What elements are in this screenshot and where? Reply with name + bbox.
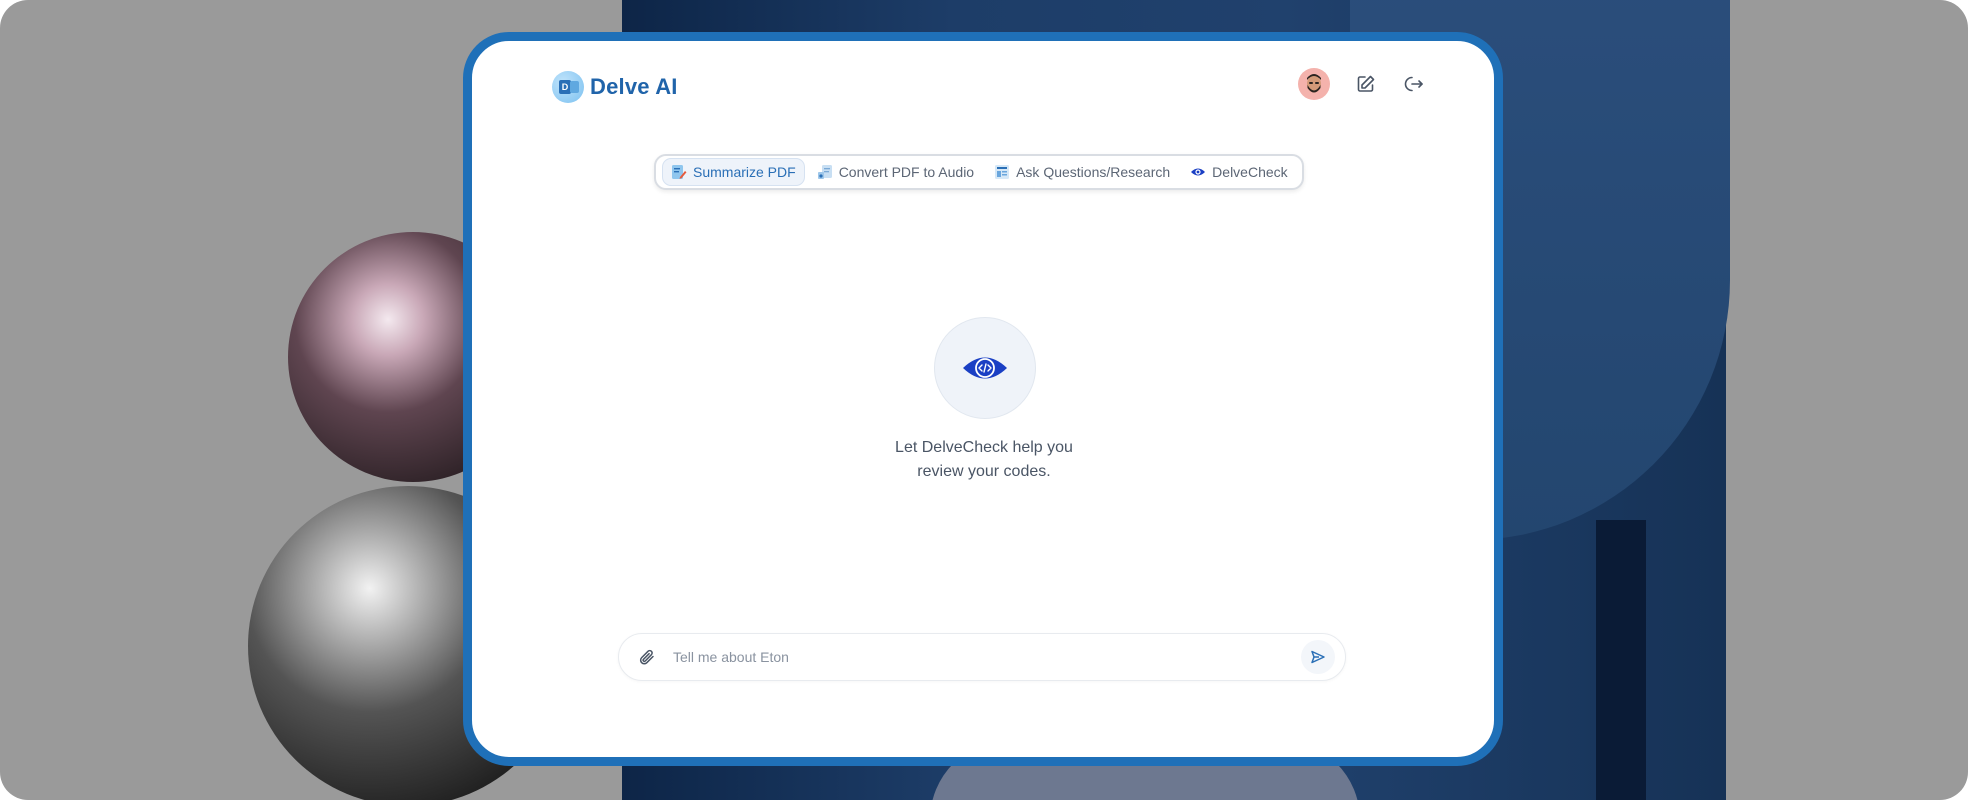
- eye-icon: [1191, 168, 1206, 176]
- hero-line-1: Let DelveCheck help you: [895, 439, 1073, 456]
- edit-button[interactable]: [1354, 72, 1378, 96]
- app-logo[interactable]: D Delve AI: [552, 71, 678, 103]
- edit-icon: [1357, 75, 1375, 92]
- paperclip-icon: [639, 649, 654, 665]
- tab-label: Summarize PDF: [693, 164, 796, 180]
- logout-button[interactable]: [1402, 72, 1426, 96]
- tab-delvecheck[interactable]: DelveCheck: [1182, 159, 1295, 185]
- app-name: Delve AI: [590, 74, 678, 99]
- avatar-face-icon: [1307, 74, 1321, 93]
- document-audio-icon: [817, 165, 832, 179]
- chat-composer: [618, 633, 1346, 681]
- logout-icon: [1404, 76, 1423, 92]
- tab-label: DelveCheck: [1212, 164, 1288, 180]
- attach-button[interactable]: [635, 645, 659, 669]
- mode-tabs: Summarize PDF Convert PDF to Audio Ask Q…: [654, 154, 1304, 190]
- tab-label: Convert PDF to Audio: [838, 164, 975, 180]
- tab-summarize-pdf[interactable]: Summarize PDF: [662, 158, 805, 186]
- user-avatar[interactable]: [1298, 68, 1330, 100]
- header-actions: [1298, 68, 1426, 100]
- logo-icon: D: [552, 71, 584, 103]
- hero-icon-badge: [934, 317, 1036, 419]
- tab-ask-questions[interactable]: Ask Questions/Research: [986, 159, 1178, 185]
- eye-code-icon: [963, 357, 1007, 379]
- tab-label: Ask Questions/Research: [1016, 164, 1171, 180]
- logo-doc-shape: [570, 81, 579, 93]
- document-pen-icon: [672, 165, 687, 179]
- send-icon: [1311, 650, 1325, 664]
- hero-line-2: review your codes.: [917, 463, 1051, 480]
- send-button[interactable]: [1301, 640, 1335, 674]
- hero-message: Let DelveCheck help you review your code…: [784, 436, 1184, 484]
- background-strip: [1596, 520, 1646, 800]
- document-layout-icon: [995, 165, 1010, 179]
- app-window: D Delve AI Summarize PDF Convert PDF to …: [463, 32, 1503, 766]
- chat-input[interactable]: [671, 648, 1301, 666]
- tab-convert-pdf-audio[interactable]: Convert PDF to Audio: [809, 159, 982, 185]
